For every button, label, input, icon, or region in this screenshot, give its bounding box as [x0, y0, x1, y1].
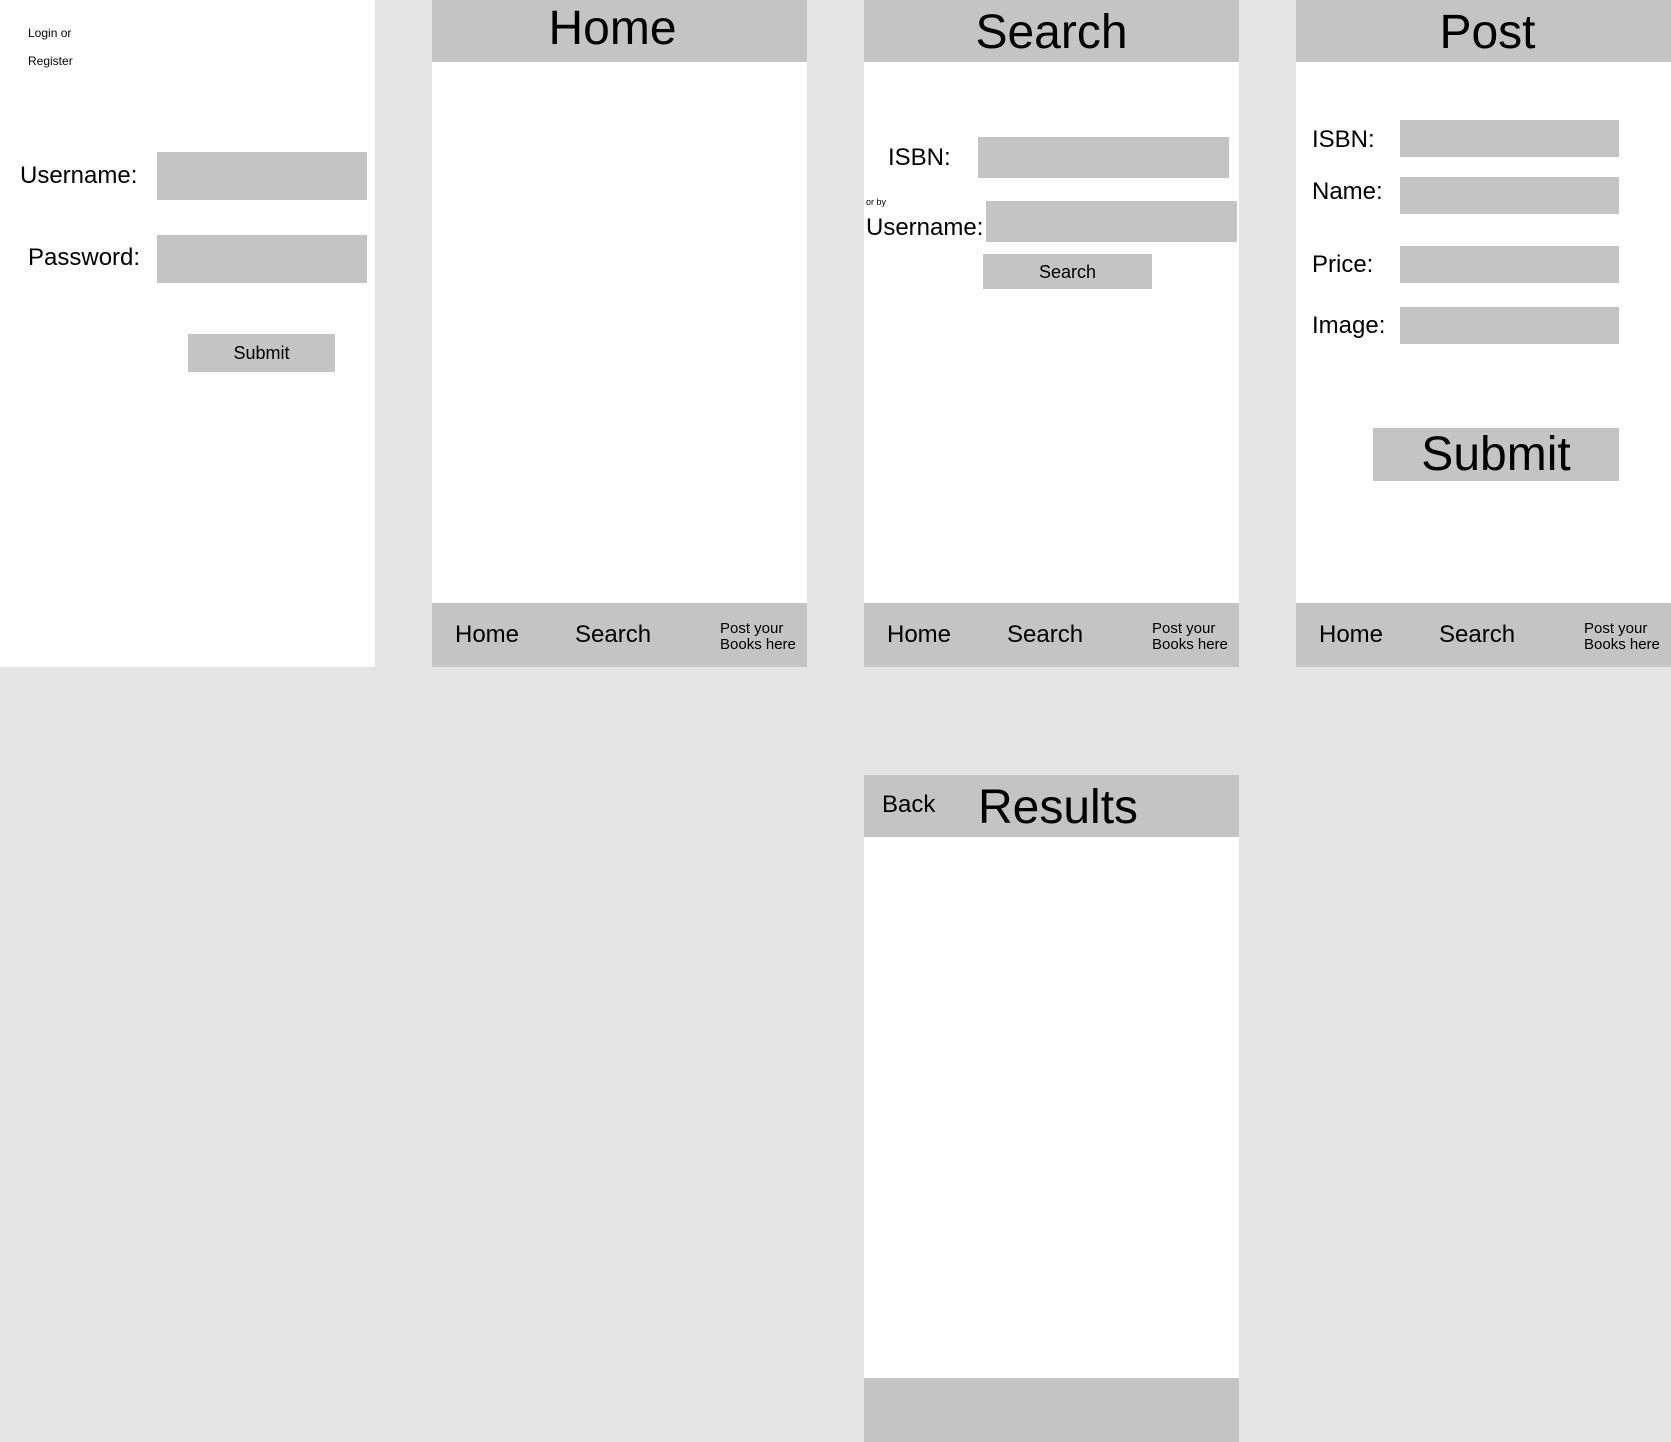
login-screen: Login or Register Username: Password: Su… — [0, 0, 375, 667]
username-field[interactable] — [157, 152, 367, 200]
search-screen: Search ISBN: or by Username: Search Home… — [864, 0, 1239, 667]
nav-post-line2: Books here — [1152, 636, 1228, 653]
or-by-label: or by — [866, 197, 887, 207]
price-label: Price: — [1312, 251, 1374, 278]
nav-post-line2: Books here — [720, 636, 796, 653]
home-screen: Home Home Search Post your Books here — [432, 0, 807, 667]
nav-home[interactable]: Home — [1319, 623, 1383, 647]
page-title: Post — [1439, 6, 1536, 59]
bottom-nav: Home Search Post your Books here — [432, 603, 807, 667]
username-label: Username: — [866, 214, 984, 241]
isbn-label: ISBN: — [1312, 126, 1375, 153]
login-link[interactable]: Login or — [28, 27, 71, 39]
name-label: Name: — [1312, 178, 1383, 205]
image-label: Image: — [1312, 312, 1386, 339]
isbn-field[interactable] — [1400, 120, 1619, 157]
page-title: Search — [975, 6, 1128, 59]
nav-home[interactable]: Home — [887, 623, 951, 647]
register-link[interactable]: Register — [28, 55, 73, 67]
header-bar: Back Results — [864, 775, 1239, 837]
search-button[interactable]: Search — [983, 254, 1152, 289]
header-bar: Search — [864, 0, 1239, 62]
nav-post-line1: Post your — [1152, 620, 1216, 637]
image-upload-field[interactable] — [1400, 307, 1619, 344]
nav-post[interactable]: Post your Books here — [1152, 621, 1228, 653]
post-screen: Post ISBN: Name: Price: Image: Submit Ho… — [1296, 0, 1671, 667]
isbn-label: ISBN: — [888, 144, 951, 171]
nav-post-line2: Books here — [1584, 636, 1660, 653]
page-title: Home — [548, 2, 677, 55]
bottom-nav: Home Search Post your Books here — [864, 603, 1239, 667]
username-field[interactable] — [986, 201, 1237, 242]
nav-post-line1: Post your — [1584, 620, 1648, 637]
submit-button[interactable]: Submit — [1373, 428, 1619, 481]
nav-home[interactable]: Home — [455, 623, 519, 647]
nav-search[interactable]: Search — [1007, 623, 1083, 647]
bottom-bar — [864, 1378, 1239, 1442]
name-field[interactable] — [1400, 177, 1619, 214]
password-field[interactable] — [157, 235, 367, 283]
bottom-nav: Home Search Post your Books here — [1296, 603, 1671, 667]
price-field[interactable] — [1400, 246, 1619, 283]
nav-search[interactable]: Search — [1439, 623, 1515, 647]
nav-search[interactable]: Search — [575, 623, 651, 647]
nav-post[interactable]: Post your Books here — [1584, 621, 1660, 653]
back-button[interactable]: Back — [882, 793, 935, 817]
nav-post[interactable]: Post your Books here — [720, 621, 796, 653]
username-label: Username: — [20, 162, 138, 189]
page-title: Results — [978, 781, 1139, 834]
isbn-field[interactable] — [978, 137, 1229, 178]
nav-post-line1: Post your — [720, 620, 784, 637]
submit-button[interactable]: Submit — [188, 334, 335, 372]
header-bar: Post — [1296, 0, 1671, 62]
results-screen: Back Results — [864, 775, 1239, 1442]
header-bar: Home — [432, 0, 807, 62]
password-label: Password: — [28, 244, 141, 271]
